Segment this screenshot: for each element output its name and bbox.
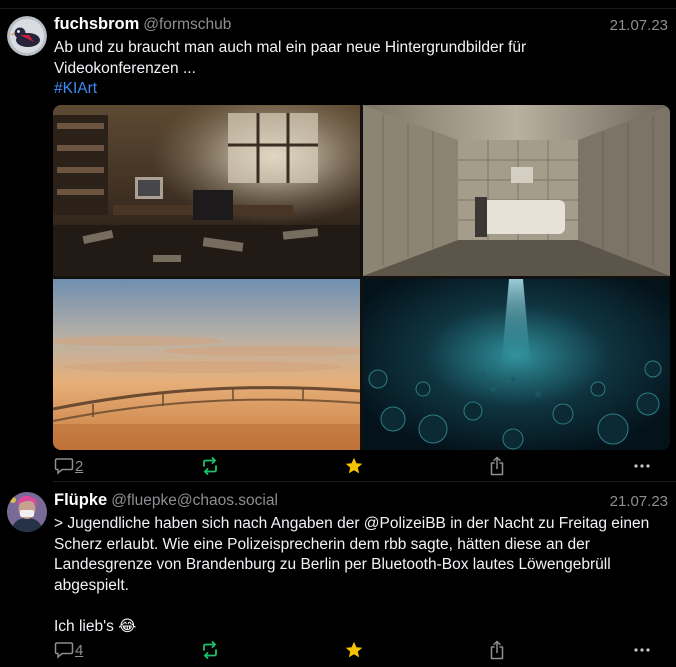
post-fuchsbrom[interactable]: fuchsbrom @formschub 21.07.23 Ab und zu b…	[0, 0, 676, 480]
author-handle[interactable]: @fluepke@chaos.social	[111, 492, 278, 509]
post-fluepke[interactable]: Flüpke @fluepke@chaos.social 21.07.23 > J…	[0, 482, 676, 667]
post-text: Ab und zu braucht man auch mal ein paar …	[54, 38, 670, 100]
padded-cell-image[interactable]	[363, 105, 670, 276]
repost-arrows-icon	[203, 641, 217, 659]
messy-office-image[interactable]	[53, 105, 360, 276]
boost-button[interactable]	[200, 454, 220, 478]
author-line[interactable]: fuchsbrom @formschub	[54, 15, 231, 34]
favorite-button[interactable]	[344, 638, 364, 662]
post-text-line: abgespielt.	[54, 576, 129, 594]
post-text-line: Ich lieb's 😂	[54, 617, 137, 635]
boost-button[interactable]	[200, 638, 220, 662]
author-handle[interactable]: @formschub	[143, 16, 231, 33]
repost-arrows-icon	[203, 457, 217, 475]
hashtag-link[interactable]: #KIArt	[54, 79, 670, 100]
ellipsis-icon	[634, 648, 650, 652]
post-text-line	[54, 596, 670, 617]
share-icon	[490, 640, 504, 660]
post-text: > Jugendliche haben sich nach Angaben de…	[54, 514, 670, 637]
speech-bubble-icon	[54, 458, 74, 475]
more-button[interactable]	[633, 638, 651, 662]
post-text-line: Landesgrenze von Brandenburg zu Berlin p…	[54, 556, 611, 573]
share-icon	[490, 456, 504, 476]
more-button[interactable]	[633, 454, 651, 478]
author-name[interactable]: fuchsbrom	[54, 15, 139, 33]
underwater-cave-image[interactable]	[363, 279, 670, 450]
reply-count[interactable]: 2	[75, 458, 83, 475]
post-date[interactable]: 21.07.23	[610, 493, 668, 510]
avatar[interactable]	[7, 16, 47, 56]
star-icon	[345, 457, 363, 474]
reply-button[interactable]: 2	[54, 454, 83, 478]
share-button[interactable]	[488, 454, 506, 478]
post-actions: 2	[0, 454, 676, 478]
ellipsis-icon	[634, 464, 650, 468]
post-text-line: Scherz erlaubt. Wie eine Polizeisprecher…	[54, 535, 590, 553]
post-date[interactable]: 21.07.23	[610, 17, 668, 34]
reply-button[interactable]: 4	[54, 638, 83, 662]
star-icon	[345, 641, 363, 658]
favorite-button[interactable]	[344, 454, 364, 478]
post-actions: 4	[0, 638, 676, 662]
post-text-line: > Jugendliche haben sich nach Angaben de…	[54, 515, 650, 532]
avatar[interactable]	[7, 492, 47, 532]
author-line[interactable]: Flüpke @fluepke@chaos.social	[54, 491, 278, 510]
post-text-line: Videokonferenzen ...	[54, 59, 196, 77]
speech-bubble-icon	[54, 642, 74, 659]
author-name[interactable]: Flüpke	[54, 491, 107, 509]
share-button[interactable]	[488, 638, 506, 662]
sunset-sky-image[interactable]	[53, 279, 383, 450]
reply-count[interactable]: 4	[75, 642, 83, 659]
media-grid	[53, 105, 670, 450]
post-text-line: Ab und zu braucht man auch mal ein paar …	[54, 39, 527, 56]
